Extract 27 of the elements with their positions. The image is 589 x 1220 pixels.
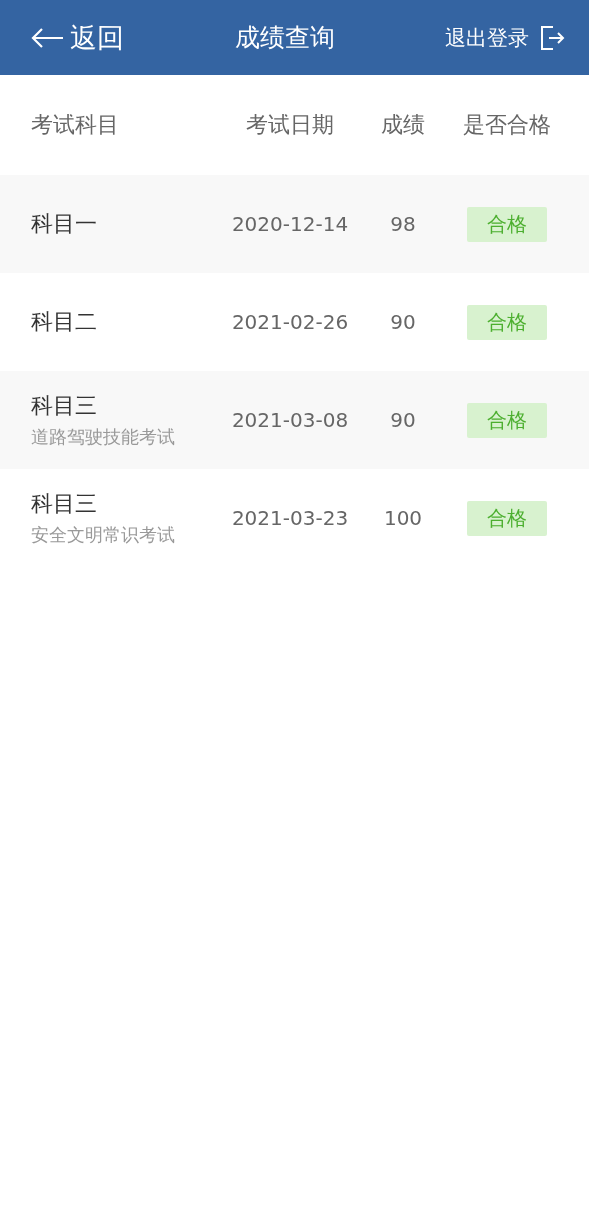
score-value: 90 <box>390 310 416 334</box>
subject-note: 安全文明常识考试 <box>31 523 175 547</box>
back-button[interactable]: 返回 <box>30 19 124 56</box>
subject-note: 道路驾驶技能考试 <box>31 425 175 449</box>
column-header: 考试科目 <box>31 111 120 139</box>
pass-badge: 合格 <box>467 402 547 438</box>
logout-icon <box>539 24 565 51</box>
exam-date: 2021-02-26 <box>231 310 349 334</box>
exam-date: 2020-12-14 <box>231 212 349 236</box>
score-value: 90 <box>390 408 416 432</box>
subject-name: 科目一 <box>31 210 97 238</box>
column-header: 是否合格 <box>463 111 551 139</box>
pass-badge: 合格 <box>467 304 547 340</box>
back-arrow-icon <box>30 26 64 49</box>
subject-name: 科目三 <box>31 392 97 420</box>
page-title: 成绩查询 <box>234 22 335 54</box>
logout-button[interactable]: 退出登录 <box>445 23 565 52</box>
score-value: 100 <box>383 506 423 530</box>
subject-name: 科目二 <box>31 308 97 336</box>
exam-date: 2021-03-08 <box>231 408 349 432</box>
column-header: 考试日期 <box>246 111 334 139</box>
exam-date: 2021-03-23 <box>231 506 349 530</box>
pass-badge: 合格 <box>467 206 547 242</box>
subject-name: 科目三 <box>31 490 97 518</box>
pass-badge: 合格 <box>467 500 547 536</box>
column-header: 成绩 <box>381 111 425 139</box>
score-value: 98 <box>390 212 416 236</box>
